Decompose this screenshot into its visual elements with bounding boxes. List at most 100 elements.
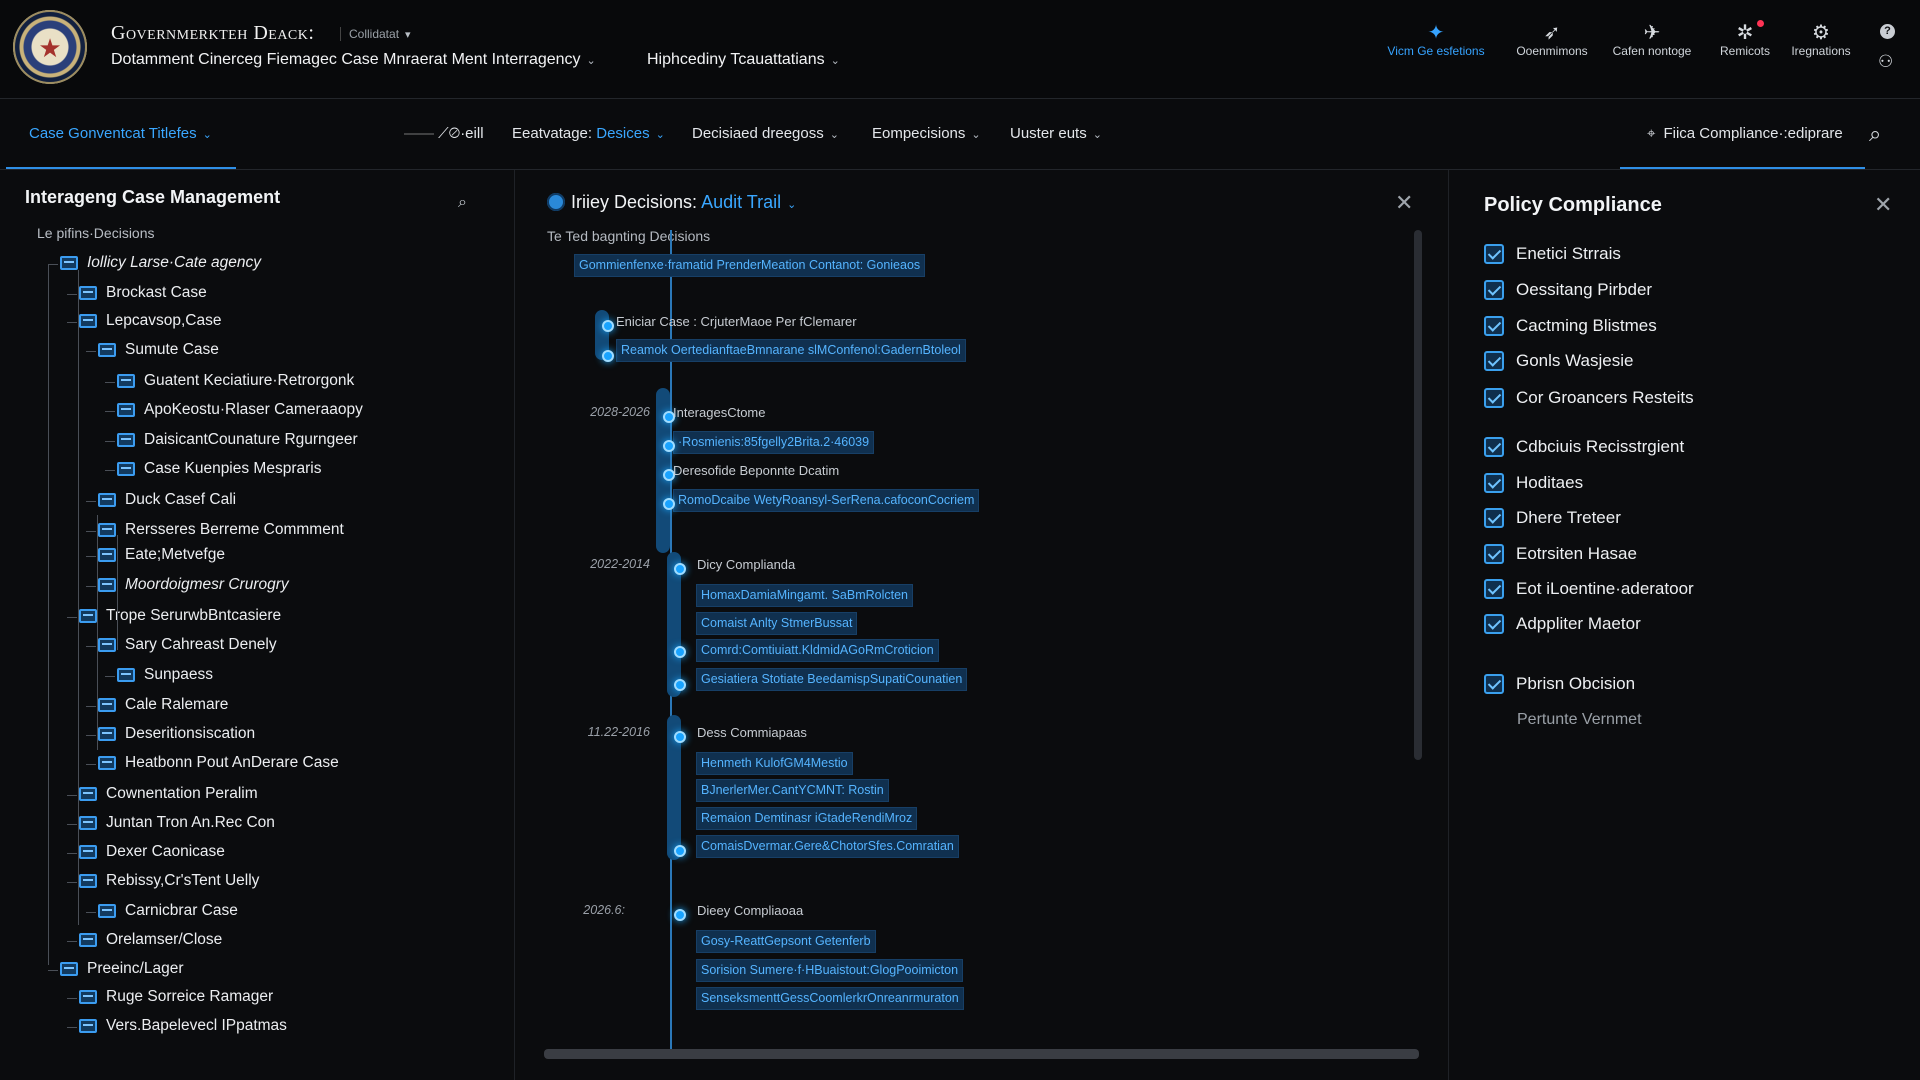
breadcrumb-main[interactable]: Dotamment Cinerceg Fiemagec Case Mnraera… [111, 51, 596, 69]
timeline-node[interactable] [602, 350, 614, 362]
tree-item[interactable]: Sunpaess [117, 666, 213, 684]
compliance-check-item[interactable]: Hoditaes [1484, 473, 1583, 493]
checkbox-checked-icon[interactable] [1484, 508, 1504, 528]
compliance-check-item[interactable]: Cor Groancers Resteits [1484, 388, 1694, 408]
compliance-check-item[interactable]: Oessitang Pirbder [1484, 280, 1652, 300]
breadcrumb-secondary[interactable]: Hiphcediny Tcauattatians ⌄ [647, 51, 840, 69]
app-sub-dropdown[interactable]: Collidatat ▾ [340, 27, 411, 41]
checkbox-checked-icon[interactable] [1484, 473, 1504, 493]
vertical-scrollbar[interactable] [1414, 230, 1422, 760]
top-action-integrations[interactable]: ⚙ Iregnations [1766, 20, 1876, 58]
compliance-check-item[interactable]: Eot iLoentine·aderatoor [1484, 579, 1694, 599]
timeline-item[interactable]: RomoDcaibe WetyRoansyl-SerRena.cafoconCo… [673, 489, 980, 512]
tree-item[interactable]: Ruge Sorreice Ramager [79, 988, 273, 1006]
help-icon[interactable]: ? [1880, 24, 1895, 39]
nav-users-dropdown[interactable]: Uuster euts ⌄ [1010, 125, 1102, 142]
tree-item[interactable]: Rersseres Berreme Commment [98, 521, 344, 539]
tree-item[interactable]: Cale Ralemare [98, 696, 228, 714]
user-icon[interactable]: ⚇ [1878, 52, 1893, 72]
tree-item[interactable]: Guatent Keciatiure·Retrorgonk [117, 372, 354, 390]
tree-item[interactable]: Sumute Case [98, 341, 219, 359]
tree-item[interactable]: Rebissy,Cr'sTent Uelly [79, 872, 259, 890]
timeline-item[interactable]: BJnerlerMer.CantYCMNT: Rostin [696, 779, 889, 802]
timeline-item[interactable]: Gommienfenxe·framatid PrenderMeation Con… [574, 254, 926, 277]
timeline-node[interactable] [674, 646, 686, 658]
timeline-node[interactable] [663, 440, 675, 452]
compliance-check-item[interactable]: Enetici Strrais [1484, 244, 1621, 264]
compliance-check-item[interactable]: Gonls Wasjesie [1484, 351, 1633, 371]
timeline-item[interactable]: HomaxDamiaMingamt. SaBmRolcten [696, 584, 914, 607]
search-icon[interactable]: ⌕ [458, 194, 467, 212]
compliance-check-label: Eot iLoentine·aderatoor [1516, 579, 1694, 598]
tree-item[interactable]: Juntan Tron An.Rec Con [79, 814, 275, 832]
checkbox-checked-icon[interactable] [1484, 437, 1504, 457]
tree-item[interactable]: Deseritionsiscation [98, 725, 255, 743]
nav-tool[interactable]: —— ⟋⊘·eill [404, 125, 484, 142]
compliance-check-item[interactable]: Cactming Blistmes [1484, 316, 1657, 336]
timeline-node[interactable] [674, 845, 686, 857]
tree-item[interactable]: Moordoigmesr Crurogry [98, 576, 289, 594]
timeline-item[interactable]: Reamok OertedianftaeBmnarane slMConfenol… [616, 339, 966, 362]
timeline-item[interactable]: Comrd:Comtiuiatt.KldmidAGoRmCroticion [696, 639, 939, 662]
close-icon[interactable]: ✕ [1395, 190, 1413, 216]
timeline-item[interactable]: Remaion Demtinasr iGtadeRendiMroz [696, 807, 918, 830]
checkbox-checked-icon[interactable] [1484, 280, 1504, 300]
timeline-node[interactable] [674, 731, 686, 743]
checkbox-checked-icon[interactable] [1484, 316, 1504, 336]
compliance-check-item[interactable]: Pbrisn Obcision [1484, 674, 1635, 694]
compliance-check-item[interactable]: Eotrsiten Hasae [1484, 544, 1637, 564]
timeline-node[interactable] [602, 320, 614, 332]
checkbox-checked-icon[interactable] [1484, 244, 1504, 264]
nav-case-titles[interactable]: Case Gonventcat Titlefes ⌄ [29, 125, 212, 142]
tree-item[interactable]: Orelamser/Close [79, 931, 222, 949]
tree-item[interactable]: Carnicbrar Case [98, 902, 238, 920]
tree-item[interactable]: Case Kuenpies Mespraris [117, 460, 321, 478]
tree-item[interactable]: Duck Casef Cali [98, 491, 236, 509]
compliance-check-item[interactable]: Adppliter Maetor [1484, 614, 1641, 634]
horizontal-scrollbar[interactable] [544, 1049, 1419, 1059]
timeline-node[interactable] [663, 498, 675, 510]
tree-guide [48, 265, 49, 965]
timeline-item[interactable]: ·Rosmienis:85fgelly2Brita.2·46039 [673, 431, 875, 454]
nav-compositions-dropdown[interactable]: Eompecisions ⌄ [872, 125, 981, 142]
search-icon[interactable]: ⌕ [1869, 121, 1881, 147]
close-icon[interactable]: ✕ [1874, 192, 1892, 218]
tree-item[interactable]: Vers.Bapelevecl IPpatmas [79, 1017, 287, 1035]
timeline-item[interactable]: Sorision Sumere·f·HBuaistout:GlogPooimic… [696, 959, 964, 982]
compliance-check-item[interactable]: Cdbciuis Recisstrgient [1484, 437, 1684, 457]
timeline-item[interactable]: ComaisDvermar.Gere&ChotorSfes.Comratian [696, 835, 959, 858]
timeline-node[interactable] [674, 909, 686, 921]
tree-item[interactable]: Trope SerurwbBntcasiere [79, 607, 281, 625]
tree-item[interactable]: Cownentation Peralim [79, 785, 258, 803]
timeline-item[interactable]: Henmeth KulofGM4Mestio [696, 752, 853, 775]
tree-item[interactable]: Lepcavsop,Case [79, 312, 221, 330]
timeline-item[interactable]: Gesiatiera Stotiate BeedamispSupatiCouna… [696, 668, 968, 691]
nav-decisions-dropdown[interactable]: Decisiaed dreegoss ⌄ [692, 125, 839, 142]
tree-item[interactable]: Iollicy Larse·Cate agency [60, 254, 261, 272]
tree-item[interactable]: Sary Cahreast Denely [98, 636, 277, 654]
checkbox-checked-icon[interactable] [1484, 351, 1504, 371]
tree-item[interactable]: DaisicantCounature Rgurngeer [117, 431, 358, 449]
timeline-date: 2022-2014 [590, 557, 650, 571]
checkbox-checked-icon[interactable] [1484, 388, 1504, 408]
tree-item[interactable]: ApoKeostu·Rlaser Cameraaopy [117, 401, 363, 419]
tree-item[interactable]: Preeinc/Lager [60, 960, 184, 978]
tree-item[interactable]: Dexer Caonicase [79, 843, 225, 861]
compliance-link[interactable]: ⌖ Fiica Compliance·:ediprare [1647, 125, 1843, 142]
timeline-node[interactable] [674, 679, 686, 691]
checkbox-checked-icon[interactable] [1484, 544, 1504, 564]
top-action-comments[interactable]: ➶ Ooenmimons [1497, 20, 1607, 58]
compliance-check-item[interactable]: Dhere Treteer [1484, 508, 1621, 528]
timeline-item[interactable]: Comaist Anlty StmerBussat [696, 612, 858, 635]
center-title[interactable]: Iriiey Decisions: Audit Trail ⌄ [547, 192, 796, 213]
checkbox-checked-icon[interactable] [1484, 614, 1504, 634]
timeline-item[interactable]: Gosy-ReattGepsont Getenferb [696, 930, 876, 953]
checkbox-checked-icon[interactable] [1484, 674, 1504, 694]
timeline-item[interactable]: SenseksmenttGessCoomlerkrOnreanrmuraton [696, 987, 964, 1010]
tree-item[interactable]: Heatbonn Pout AnDerare Case [98, 754, 339, 772]
top-action-view[interactable]: ✦ Vicm Ge esfetions [1381, 20, 1491, 58]
tree-item[interactable]: Brockast Case [79, 284, 207, 302]
timeline-node[interactable] [674, 563, 686, 575]
checkbox-checked-icon[interactable] [1484, 579, 1504, 599]
nav-eeatvatage-dropdown[interactable]: Eeatvatage: Desices ⌄ [512, 125, 665, 142]
